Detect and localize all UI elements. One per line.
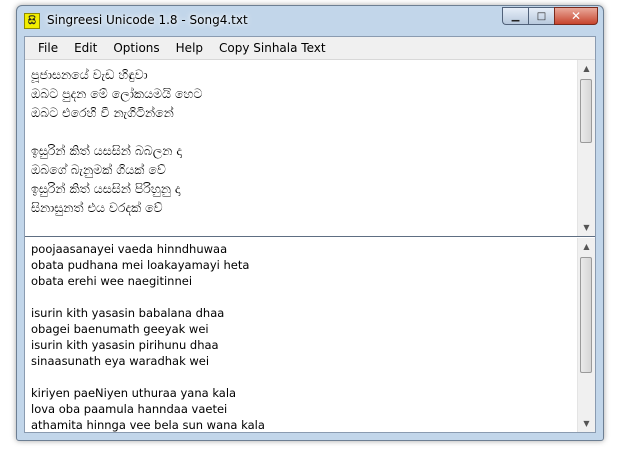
roman-line: sinaasunath eya waradhak wei (31, 354, 210, 368)
scroll-thumb[interactable] (580, 79, 592, 143)
sinhala-line: ඔබගේ බැනුමක් ගියක් වේ (31, 162, 166, 177)
scroll-down-arrow-icon[interactable]: ▼ (578, 415, 595, 432)
client-area: File Edit Options Help Copy Sinhala Text… (24, 36, 596, 433)
minimize-button[interactable]: ▁ (502, 7, 528, 25)
roman-line: kiriyen paeNiyen uthuraa yana kala (31, 386, 237, 400)
sinhala-line: ඔබට පුදන මේ ලෝකයමයි හෙට (31, 86, 203, 101)
menu-bar: File Edit Options Help Copy Sinhala Text (25, 37, 595, 60)
sinhala-line (31, 122, 577, 141)
roman-line (31, 369, 577, 385)
sinhala-line: ඉසුරින් කිත් යසසින් බබලන දා (31, 143, 182, 158)
menu-file[interactable]: File (25, 37, 66, 59)
roman-line: obata erehi wee naegitinnei (31, 274, 193, 288)
caption-buttons: ▁ □ ✕ (502, 7, 598, 26)
sinhala-line: ඉසුරින් කිත් යසසින් පිරිහුනු දා (31, 181, 181, 196)
scroll-up-arrow-icon[interactable]: ▲ (578, 60, 595, 77)
menu-edit[interactable]: Edit (66, 37, 105, 59)
roman-line: isurin kith yasasin pirihunu dhaa (31, 338, 219, 352)
close-button[interactable]: ✕ (554, 7, 598, 25)
menu-copy-sinhala-text[interactable]: Copy Sinhala Text (211, 37, 334, 59)
sinhala-text-area[interactable]: පූජාසනයේ වැඩ හිඳුවා ඔබට පුදන මේ ලෝකයමයි … (25, 60, 577, 236)
roman-text-pane: poojaasanayei vaeda hinndhuwaa obata pud… (25, 238, 595, 432)
sinhala-line: පූජාසනයේ වැඩ හිඳුවා (31, 67, 148, 82)
roman-text-area[interactable]: poojaasanayei vaeda hinndhuwaa obata pud… (25, 238, 577, 432)
roman-line: athamita hinnga vee bela sun wana kala (31, 418, 265, 432)
menu-help[interactable]: Help (168, 37, 211, 59)
roman-line: obagei baenumath geeyak wei (31, 322, 209, 336)
scroll-thumb[interactable] (580, 257, 592, 373)
close-icon: ✕ (570, 9, 582, 23)
roman-line: poojaasanayei vaeda hinndhuwaa (31, 242, 228, 256)
scroll-up-arrow-icon[interactable]: ▲ (578, 238, 595, 255)
menu-options[interactable]: Options (105, 37, 167, 59)
sinhala-line: සිනාසුනත් එය වරදක් වේ (31, 200, 163, 215)
scroll-down-arrow-icon[interactable]: ▼ (578, 219, 595, 236)
sinhala-line: ඔබට එරෙහි වී නැගිටින්නේ (31, 105, 174, 120)
roman-scrollbar[interactable]: ▲ ▼ (577, 238, 595, 432)
roman-line: lova oba paamula hanndaa vaetei (31, 402, 228, 416)
title-bar[interactable]: සි Singreesi Unicode 1.8 - Song4.txt ▁ □… (17, 6, 603, 36)
sinhala-text-pane: පූජාසනයේ වැඩ හිඳුවා ඔබට පුදන මේ ලෝකයමයි … (25, 60, 595, 237)
app-window: සි Singreesi Unicode 1.8 - Song4.txt ▁ □… (16, 5, 604, 441)
sinhala-scrollbar[interactable]: ▲ ▼ (577, 60, 595, 236)
roman-line: obata pudhana mei loakayamayi heta (31, 258, 250, 272)
maximize-icon: □ (536, 10, 547, 22)
roman-line: isurin kith yasasin babalana dhaa (31, 306, 225, 320)
window-title: Singreesi Unicode 1.8 - Song4.txt (47, 13, 248, 27)
app-icon[interactable]: සි (24, 13, 40, 29)
minimize-icon: ▁ (511, 10, 520, 22)
roman-line (31, 289, 577, 305)
maximize-button[interactable]: □ (528, 7, 554, 25)
